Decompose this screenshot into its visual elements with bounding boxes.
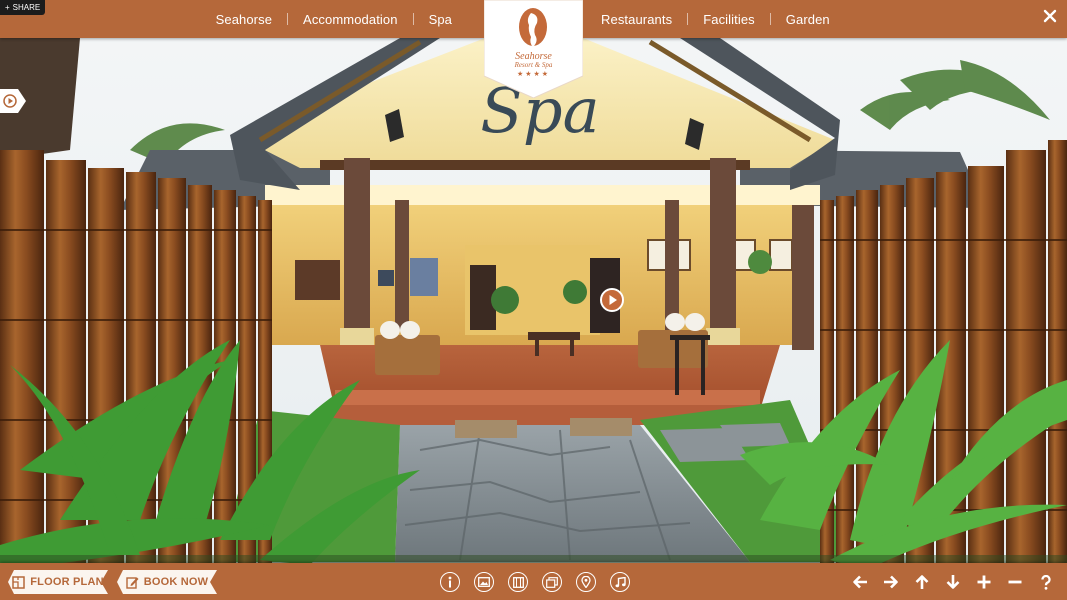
logo-badge	[484, 0, 583, 98]
book-now-content: BOOK NOW	[117, 570, 217, 594]
scene-hotspot[interactable]	[600, 288, 624, 312]
book-now-label: BOOK NOW	[143, 576, 209, 588]
arrow-down-icon	[946, 575, 960, 589]
thumbnails-button[interactable]	[542, 572, 562, 592]
view-controls	[851, 572, 1055, 592]
music-icon	[615, 576, 626, 587]
pan-right-button[interactable]	[882, 572, 900, 592]
photo-icon	[478, 577, 490, 587]
nav-item-restaurants[interactable]: Restaurants	[586, 12, 687, 27]
floor-plan-icon	[12, 575, 25, 589]
pan-down-button[interactable]	[944, 572, 962, 592]
floor-plan-content: FLOOR PLAN	[8, 570, 108, 594]
help-button[interactable]	[1037, 572, 1055, 592]
help-icon	[1041, 574, 1051, 590]
nav-left: Seahorse Accommodation Spa	[201, 0, 467, 38]
map-icon	[512, 576, 524, 588]
close-icon	[1043, 9, 1057, 23]
arrow-right-icon	[884, 575, 898, 589]
nav-item-facilities[interactable]: Facilities	[688, 12, 770, 27]
nav-item-accommodation[interactable]: Accommodation	[288, 12, 413, 27]
resort-logo[interactable]: Seahorse Resort & Spa ★★★★	[484, 0, 583, 98]
arrow-left-icon	[853, 575, 867, 589]
share-label: SHARE	[12, 3, 41, 12]
info-button[interactable]	[440, 572, 460, 592]
map-button[interactable]	[508, 572, 528, 592]
play-circle-icon	[0, 89, 26, 113]
nav-right: Restaurants Facilities Garden	[586, 0, 845, 38]
zoom-out-button[interactable]	[1006, 572, 1024, 592]
pan-left-button[interactable]	[851, 572, 869, 592]
arrow-up-icon	[915, 575, 929, 589]
floor-plan-button[interactable]: FLOOR PLAN	[8, 570, 108, 594]
photo-button[interactable]	[474, 572, 494, 592]
music-button[interactable]	[610, 572, 630, 592]
nav-item-spa[interactable]: Spa	[414, 12, 467, 27]
logo-subtitle: Resort & Spa	[514, 61, 553, 69]
close-button[interactable]	[1043, 9, 1057, 23]
thumbs-icon	[546, 576, 558, 588]
zoom-in-icon	[977, 575, 991, 589]
zoom-in-button[interactable]	[975, 572, 993, 592]
pan-up-button[interactable]	[913, 572, 931, 592]
zoom-out-icon	[1008, 580, 1022, 584]
media-controls	[440, 572, 630, 592]
logo-stars: ★★★★	[516, 71, 551, 78]
autoplay-toggle[interactable]	[0, 89, 26, 113]
edit-icon	[126, 576, 139, 589]
book-now-button[interactable]: BOOK NOW	[117, 570, 217, 594]
nav-item-garden[interactable]: Garden	[771, 12, 845, 27]
info-icon	[448, 576, 452, 588]
nav-item-seahorse[interactable]: Seahorse	[201, 12, 287, 27]
plus-icon: +	[5, 3, 10, 12]
hotspot-play-icon	[600, 288, 624, 312]
floor-plan-label: FLOOR PLAN	[30, 576, 104, 588]
location-button[interactable]	[576, 572, 596, 592]
share-button[interactable]: + SHARE	[0, 0, 46, 15]
location-icon	[581, 576, 591, 588]
